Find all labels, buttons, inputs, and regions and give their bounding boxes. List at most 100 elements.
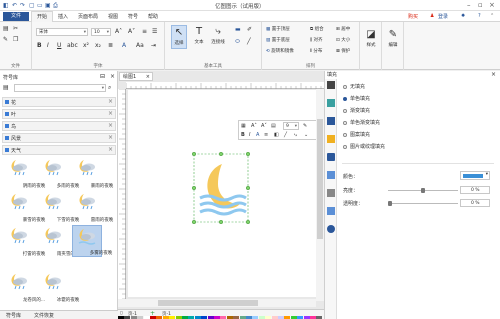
text-case-icon[interactable]: Aa bbox=[136, 42, 144, 49]
tab-file-recovery[interactable]: 文件恢复 bbox=[34, 312, 54, 319]
align-button[interactable]: ⫼ 对齐 bbox=[310, 37, 323, 43]
brightness-slider[interactable] bbox=[388, 188, 458, 193]
symbol-item[interactable]: 冰雹的夜晚 bbox=[38, 271, 79, 303]
tab-page-layout[interactable]: 页面布局 bbox=[78, 13, 98, 20]
font-size-select[interactable]: 10 bbox=[91, 28, 111, 36]
radio-button[interactable] bbox=[343, 84, 347, 89]
connector-tool-button[interactable]: ⤷ 连接线 bbox=[210, 25, 226, 49]
tab-insert[interactable]: 插入 bbox=[58, 13, 68, 20]
subscript-icon[interactable]: x₂ bbox=[95, 42, 101, 49]
settings-icon[interactable]: ✹ bbox=[461, 13, 465, 19]
mini-font-size-select[interactable]: 9 bbox=[283, 122, 299, 130]
tab-file[interactable]: 文件 bbox=[3, 12, 29, 21]
mini-bold-icon[interactable]: B bbox=[241, 132, 245, 138]
transparency-slider[interactable] bbox=[388, 201, 458, 206]
text-tool-button[interactable]: T 文本 bbox=[191, 25, 207, 49]
transparency-knob[interactable] bbox=[388, 201, 392, 206]
pin-icon[interactable]: ⊟ bbox=[100, 73, 105, 80]
send-to-back-button[interactable]: ▧ 置于底层 bbox=[266, 37, 290, 43]
minimize-icon[interactable]: – bbox=[467, 1, 471, 9]
symbol-item[interactable]: 多雨的夜晚 bbox=[38, 157, 79, 189]
vertical-scroll-thumb[interactable] bbox=[317, 119, 323, 239]
tab-symbol[interactable]: 符号 bbox=[128, 13, 138, 20]
resize-handle[interactable] bbox=[218, 219, 224, 224]
clipboard-icon[interactable]: ▤ bbox=[3, 25, 9, 32]
panel-close-icon[interactable]: × bbox=[491, 71, 496, 78]
document-tab[interactable]: 绘图1 × bbox=[119, 72, 153, 81]
resize-handle[interactable] bbox=[218, 152, 224, 157]
hyperlink-tab-icon[interactable] bbox=[327, 171, 335, 179]
grow-font-icon[interactable]: A˄ bbox=[115, 28, 122, 35]
rotate-mirror-button[interactable]: ⟲ 旋转和镜像 bbox=[266, 48, 294, 54]
layer-tab-icon[interactable] bbox=[327, 153, 335, 161]
buy-link[interactable]: 购买 bbox=[408, 13, 418, 20]
data-tab-icon[interactable] bbox=[327, 189, 335, 197]
print-icon[interactable]: ⎙ bbox=[53, 2, 58, 10]
format-painter-icon[interactable]: ✎ bbox=[3, 36, 8, 43]
symbol-item[interactable]: 雷雨的夜晚 bbox=[72, 191, 113, 223]
shape-ellipse-icon[interactable]: ⬭ bbox=[235, 38, 240, 46]
section-close-icon[interactable]: × bbox=[108, 146, 113, 153]
distribute-button[interactable]: ⫴ 分布 bbox=[310, 48, 322, 54]
symbol-item[interactable]: 暴雪的夜晚 bbox=[4, 191, 45, 223]
resize-handle[interactable] bbox=[245, 152, 250, 157]
vertical-scrollbar[interactable] bbox=[316, 89, 324, 301]
section-close-icon[interactable]: × bbox=[108, 134, 113, 141]
comment-tab-icon[interactable] bbox=[327, 207, 335, 215]
tab-help[interactable]: 帮助 bbox=[148, 13, 158, 20]
list-icon[interactable]: ☰ bbox=[152, 28, 157, 35]
section-close-icon[interactable]: × bbox=[108, 122, 113, 129]
new-icon[interactable]: ▢ bbox=[29, 2, 35, 9]
section-birds[interactable]: 鸟 × bbox=[2, 121, 116, 131]
symbol-item[interactable]: 下雪的夜晚 bbox=[38, 191, 79, 223]
shape-rect-icon[interactable]: ▬ bbox=[235, 26, 241, 33]
ribbon-collapse-icon[interactable]: ⌃ bbox=[490, 13, 494, 19]
radio-button[interactable] bbox=[343, 108, 347, 113]
fill-option[interactable]: 图片或纹理填充 bbox=[343, 143, 385, 150]
protect-button[interactable]: ⊠ 保护 bbox=[336, 48, 350, 54]
resize-handle[interactable] bbox=[192, 185, 197, 191]
library-search-icon[interactable]: ⌕ bbox=[108, 84, 111, 92]
pen-icon[interactable]: ✐ bbox=[247, 26, 252, 33]
mini-font-color-icon[interactable]: A bbox=[256, 132, 259, 138]
bring-to-front-button[interactable]: ▩ 置于顶层 bbox=[266, 26, 290, 32]
brightness-knob[interactable] bbox=[421, 188, 425, 193]
bold-icon[interactable]: B bbox=[37, 42, 42, 49]
tab-view[interactable]: 视图 bbox=[108, 13, 118, 20]
mini-format-painter-icon[interactable]: ✎ bbox=[303, 123, 307, 129]
image-tab-icon[interactable] bbox=[327, 135, 335, 143]
radio-button[interactable] bbox=[343, 132, 347, 137]
mini-italic-icon[interactable]: I bbox=[249, 132, 250, 138]
symbol-item[interactable]: 暴雨的夜晚 bbox=[72, 157, 113, 189]
group-button[interactable]: ⧉ 组合 bbox=[310, 26, 324, 32]
tab-start[interactable]: 开始 bbox=[31, 11, 53, 22]
section-leaves[interactable]: 叶 × bbox=[2, 109, 116, 119]
transparency-input[interactable]: 0 % bbox=[460, 199, 490, 207]
section-flowers[interactable]: 花 × bbox=[2, 97, 116, 107]
shrink-font-icon[interactable]: A˅ bbox=[128, 28, 135, 35]
mini-grow-font-icon[interactable]: A˄ bbox=[251, 123, 257, 129]
edit-button[interactable]: ✎ 编辑 bbox=[385, 28, 401, 52]
open-icon[interactable]: ▭ bbox=[37, 2, 43, 9]
brightness-input[interactable]: 0 % bbox=[460, 186, 490, 194]
fill-option[interactable]: 渐变填充 bbox=[343, 107, 370, 114]
symbol-item[interactable]: 多雾的夜晚 bbox=[72, 225, 112, 257]
fill-option[interactable]: 单色填充 bbox=[343, 95, 370, 102]
login-link[interactable]: 登录 bbox=[438, 13, 448, 20]
align-icon[interactable]: ≡ bbox=[142, 28, 147, 35]
resize-handle[interactable] bbox=[245, 219, 250, 224]
mini-line-icon[interactable]: ╱ bbox=[284, 132, 287, 138]
strikethrough-icon[interactable]: abc bbox=[67, 42, 78, 49]
mini-shape-icon[interactable]: ▦ bbox=[241, 123, 246, 129]
fill-option[interactable]: 无填充 bbox=[343, 83, 365, 90]
undo-icon[interactable]: ↶ bbox=[12, 2, 17, 9]
resize-handle[interactable] bbox=[192, 152, 197, 157]
resize-handle[interactable] bbox=[245, 185, 250, 191]
symbol-item[interactable]: 龙卷风的... bbox=[4, 271, 45, 303]
style-button[interactable]: ◪ 样式 bbox=[363, 28, 379, 52]
redo-icon[interactable]: ↷ bbox=[20, 2, 25, 9]
text-indent-icon[interactable]: ⇥ bbox=[151, 42, 156, 49]
moon-fog-shape[interactable] bbox=[192, 152, 250, 224]
symbol-item[interactable]: 打雷的夜晚 bbox=[4, 225, 45, 257]
font-color-icon[interactable]: A bbox=[122, 42, 126, 49]
